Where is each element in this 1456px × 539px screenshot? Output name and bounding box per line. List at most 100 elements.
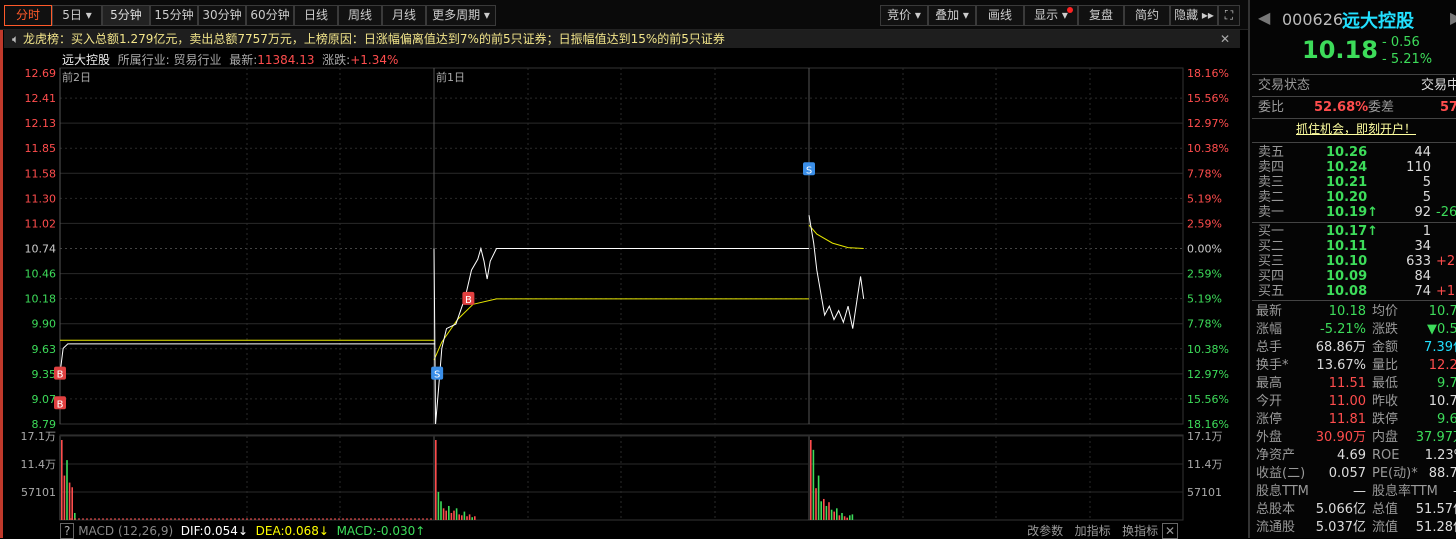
- stat-value: 1.23%: [1424, 448, 1456, 463]
- stat-label: 最低: [1372, 376, 1399, 391]
- volume-tick-label: 57101: [21, 486, 56, 499]
- period-tab[interactable]: 60分钟: [246, 5, 294, 26]
- toolbar-button[interactable]: 叠加 ▾: [928, 5, 976, 26]
- period-tab[interactable]: 5分钟: [102, 5, 150, 26]
- volume-bar: [461, 515, 463, 520]
- volume-bar: [66, 460, 68, 520]
- period-tab[interactable]: 日线: [294, 5, 338, 26]
- period-tab[interactable]: 分时: [4, 5, 52, 26]
- y-tick-label: 10.18: [25, 293, 57, 306]
- status-label: 交易状态: [1258, 78, 1311, 93]
- marker-label: B: [57, 399, 64, 410]
- marker-label: B: [465, 295, 472, 306]
- stat-value: 88.72: [1428, 466, 1456, 481]
- volume-bar: [450, 512, 453, 520]
- stat-label: 涨停: [1256, 412, 1283, 427]
- stat-value: 51.57亿: [1415, 502, 1456, 517]
- stock-name: 远大控股: [1342, 11, 1414, 32]
- toolbar-button[interactable]: 竞价 ▾: [880, 5, 928, 26]
- level-label: 卖一: [1258, 205, 1285, 220]
- volume-bar: [466, 516, 468, 520]
- volume-bar: [828, 502, 830, 520]
- volume-bar: [437, 491, 440, 520]
- price-change: - 0.56: [1382, 35, 1420, 50]
- open-account-link[interactable]: 抓住机会，即刻开户！: [1296, 121, 1416, 138]
- volume-bar: [849, 515, 851, 520]
- stat-label: 换手*: [1256, 358, 1289, 373]
- volume-bar: [474, 516, 476, 520]
- prev-stock-icon[interactable]: ◀: [1258, 8, 1270, 27]
- order-book-row[interactable]: 卖一 10.19↑ 92 -26: [1256, 204, 1456, 221]
- toolbar-button[interactable]: 画线: [976, 5, 1024, 26]
- close-indicator-icon[interactable]: ✕: [1161, 523, 1178, 539]
- average-price-line: [808, 224, 864, 249]
- level-volume: 74: [1414, 284, 1431, 299]
- volume-bar: [440, 501, 442, 520]
- volume-bar: [471, 517, 473, 520]
- stat-label: 量比: [1372, 358, 1399, 373]
- stat-row: 收益(二)0.057PE(动)*88.72: [1256, 465, 1456, 482]
- stat-label: 总手: [1256, 340, 1283, 355]
- next-stock-icon[interactable]: ▶: [1450, 8, 1456, 27]
- pct-tick-label: 12.97%: [1187, 368, 1229, 381]
- toolbar-button[interactable]: 复盘: [1078, 5, 1124, 26]
- stat-label: 涨幅: [1256, 322, 1283, 337]
- switch-indicator-button[interactable]: 换指标: [1122, 524, 1158, 538]
- stat-label: 昨收: [1372, 394, 1399, 409]
- stat-value: 9.67: [1437, 412, 1456, 427]
- stat-value: 5.037亿: [1315, 520, 1366, 535]
- order-book-row[interactable]: 买五 10.08 74 +1: [1256, 283, 1456, 300]
- add-indicator-button[interactable]: 加指标: [1075, 524, 1111, 538]
- marker-label: S: [434, 370, 440, 381]
- stat-value: 11.00: [1328, 394, 1366, 409]
- intraday-chart[interactable]: 12.69 18.16% 12.41 15.56% 12.13 12.97% 11.85 10…: [0, 48, 1248, 524]
- pct-tick-label: 15.56%: [1187, 92, 1229, 105]
- volume-tick-label: 17.1万: [1187, 430, 1223, 443]
- stat-row: 涨幅 -5.21% 涨跌 ▼0.56: [1256, 321, 1456, 338]
- indicator-name[interactable]: MACD (12,26,9): [78, 524, 173, 538]
- day-label: 前2日: [62, 70, 91, 84]
- close-notice-icon[interactable]: ✕: [1220, 30, 1230, 48]
- level-price: 10.19↑: [1326, 205, 1379, 220]
- volume-bar: [815, 488, 817, 520]
- pct-tick-label: 0.00%: [1187, 243, 1222, 256]
- y-tick-label: 10.46: [25, 268, 57, 281]
- notification-dot: [1067, 7, 1073, 13]
- period-tab[interactable]: 更多周期 ▾: [426, 5, 496, 26]
- y-tick-label: 12.13: [25, 117, 57, 130]
- stat-row: 换手* 13.67% 量比 12.26: [1256, 357, 1456, 374]
- volume-bar: [820, 501, 822, 520]
- period-tab[interactable]: 5日 ▾: [52, 5, 102, 26]
- stat-value: 12.26: [1428, 358, 1456, 373]
- stat-label: 净资产: [1256, 448, 1296, 463]
- toolbar-button[interactable]: 隐藏 ▸▸: [1170, 5, 1218, 26]
- volume-bar: [61, 440, 63, 520]
- stat-label: 最高: [1256, 376, 1283, 391]
- indicator-bar: ? MACD (12,26,9) DIF:0.054↓ DEA:0.068↓ M…: [60, 523, 1184, 539]
- wb-label: 委比: [1258, 100, 1285, 115]
- stat-row: 流通股 5.037亿流值 51.28亿: [1256, 519, 1456, 536]
- volume-bar: [453, 510, 455, 520]
- fullscreen-icon[interactable]: ⛶: [1218, 5, 1240, 26]
- volume-bar: [843, 516, 846, 520]
- stat-value: 10.74: [1428, 394, 1456, 409]
- edit-params-button[interactable]: 改参数: [1027, 524, 1063, 538]
- wc-value: 570: [1440, 100, 1456, 115]
- stat-label: 均价: [1372, 304, 1399, 319]
- pct-tick-label: 5.19%: [1187, 293, 1222, 306]
- help-button[interactable]: ?: [60, 523, 75, 539]
- volume-bar: [846, 517, 848, 520]
- stat-label: 最新: [1256, 304, 1283, 319]
- level-volume: 92: [1414, 205, 1431, 220]
- pct-tick-label: 15.56%: [1187, 393, 1229, 406]
- stat-value: 9.79: [1437, 376, 1456, 391]
- period-tab[interactable]: 月线: [382, 5, 426, 26]
- period-tab[interactable]: 15分钟: [150, 5, 198, 26]
- marker-label: S: [806, 165, 812, 176]
- period-tab[interactable]: 30分钟: [198, 5, 246, 26]
- volume-bar: [830, 509, 833, 520]
- period-tab[interactable]: 周线: [338, 5, 382, 26]
- notice-bar: 🔈︎ 龙虎榜：买入总额1.279亿元，卖出总额7757万元，上榜原因：日涨幅偏离…: [4, 30, 1240, 48]
- toolbar-button[interactable]: 简约: [1124, 5, 1170, 26]
- stat-label: 今开: [1256, 394, 1283, 409]
